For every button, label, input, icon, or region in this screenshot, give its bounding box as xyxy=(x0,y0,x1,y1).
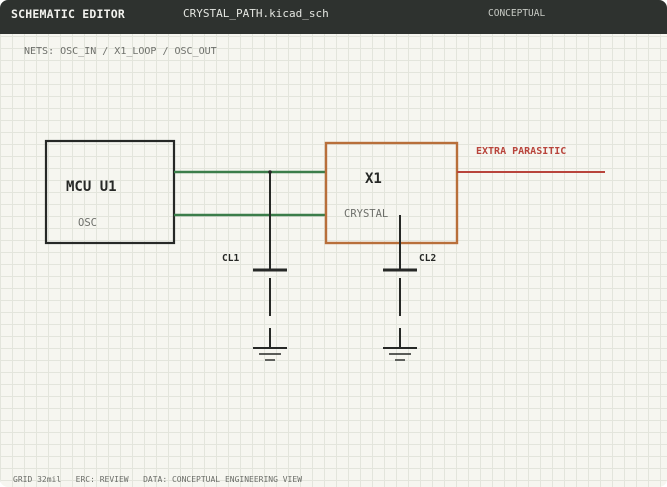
mcu-osc-pin-label: OSC xyxy=(78,217,97,229)
crystal-x1-ref: X1 xyxy=(365,171,382,187)
crystal-value-label: CRYSTAL xyxy=(344,208,388,220)
ground-symbol-cl1 xyxy=(253,328,287,361)
ground-symbol-cl2 xyxy=(383,328,417,361)
mcu-u1-ref: MCU U1 xyxy=(66,179,117,195)
schematic-canvas[interactable]: MCU U1 OSC X1 CRYSTAL EXTRA PARASITIC CL… xyxy=(0,0,667,487)
capacitor-cl2[interactable] xyxy=(383,215,417,316)
capacitor-cl1[interactable] xyxy=(253,170,287,316)
grid-size-status: GRID 32mil xyxy=(13,475,62,484)
schematic-editor-window: SCHEMATIC EDITOR CRYSTAL_PATH.kicad_sch … xyxy=(0,0,667,487)
status-bar: GRID 32mil ERC: REVIEW DATA: CONCEPTUAL … xyxy=(13,475,302,484)
parasitic-annotation: EXTRA PARASITIC xyxy=(476,146,566,157)
erc-status: ERC: REVIEW xyxy=(75,475,129,484)
cl2-ref-label: CL2 xyxy=(419,253,436,264)
data-view-status: DATA: CONCEPTUAL ENGINEERING VIEW xyxy=(143,475,303,484)
crystal-x1-body[interactable] xyxy=(324,141,459,245)
cl1-ref-label: CL1 xyxy=(222,253,239,264)
